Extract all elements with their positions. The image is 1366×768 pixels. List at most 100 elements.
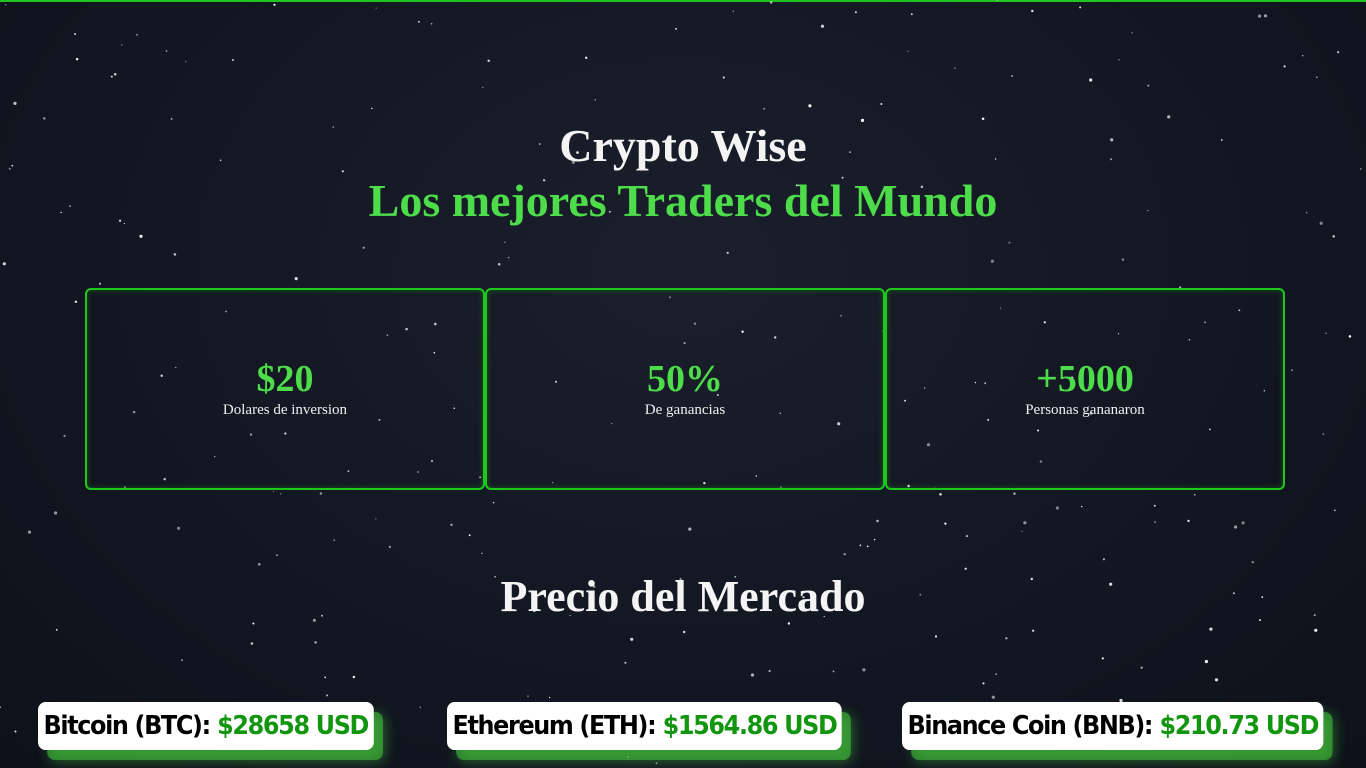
- star-dot: [996, 0, 998, 1]
- star-dot: [630, 637, 634, 641]
- star-dot: [1241, 521, 1245, 525]
- star-dot: [388, 545, 392, 549]
- star-dot: [326, 694, 329, 697]
- star-dot: [548, 696, 551, 699]
- star-dot: [944, 522, 947, 525]
- star-dot: [74, 300, 78, 304]
- coin-price: $210.73 USD: [1159, 711, 1319, 741]
- star-dot: [63, 434, 66, 438]
- star-dot: [1153, 504, 1156, 507]
- star-dot: [682, 630, 686, 634]
- star-dot: [1147, 84, 1150, 87]
- star-dot: [450, 523, 453, 526]
- star-dot: [257, 563, 261, 566]
- star-dot: [430, 22, 433, 25]
- star-dot: [934, 635, 938, 638]
- stat-card-winners: +5000 Personas gananaron: [885, 288, 1285, 490]
- stat-label: Dolares de inversion: [222, 402, 348, 418]
- star-dot: [136, 34, 138, 36]
- star-dot: [1154, 521, 1156, 523]
- page-subtitle: Los mejores Traders del Mundo: [368, 175, 998, 226]
- star-dot: [497, 263, 501, 266]
- star-dot: [768, 669, 771, 673]
- star-dot: [1079, 6, 1082, 9]
- star-dot: [1131, 31, 1133, 34]
- star-dot: [965, 535, 969, 538]
- star-dot: [722, 76, 725, 79]
- star-dot: [487, 59, 490, 63]
- star-dot: [0, 706, 1, 708]
- star-dot: [324, 676, 327, 679]
- coin-price: $28658 USD: [217, 711, 369, 741]
- star-dot: [54, 511, 58, 515]
- star-dot: [1118, 58, 1120, 61]
- star-dot: [1193, 493, 1196, 496]
- star-dot: [732, 10, 734, 12]
- star-dot: [594, 99, 596, 101]
- star-dot: [843, 552, 846, 556]
- star-dot: [14, 730, 17, 733]
- star-dot: [1332, 235, 1335, 238]
- coin-name: Ethereum (ETH):: [452, 711, 657, 741]
- star-dot: [1013, 492, 1016, 495]
- star-dot: [1348, 335, 1352, 338]
- star-dot: [481, 552, 483, 554]
- stat-label: De ganancias: [644, 402, 726, 418]
- star-dot: [55, 629, 58, 631]
- star-dot: [991, 695, 995, 699]
- star-dot: [832, 670, 835, 673]
- star-dot: [1251, 561, 1254, 564]
- star-dot: [866, 545, 869, 548]
- star-dot: [1032, 629, 1035, 632]
- star-dot: [990, 259, 995, 263]
- star-dot: [110, 75, 113, 78]
- star-dot: [907, 50, 909, 52]
- star-dot: [1187, 519, 1190, 523]
- star-dot: [1283, 65, 1286, 68]
- star-dot: [624, 661, 627, 664]
- star-dot: [370, 107, 373, 110]
- star-dot: [1234, 525, 1238, 529]
- star-dot: [862, 668, 866, 672]
- star-dot: [173, 253, 177, 256]
- star-dot: [995, 673, 997, 675]
- star-dot: [468, 534, 471, 537]
- stat-card-investment: $20 Dolares de inversion: [85, 288, 485, 490]
- star-dot: [272, 490, 275, 493]
- star-dot: [13, 101, 17, 105]
- star-dot: [1081, 505, 1083, 508]
- star-dot: [873, 538, 876, 541]
- star-dot: [1263, 14, 1268, 18]
- stat-value: 50%: [647, 358, 723, 400]
- star-dot: [859, 544, 862, 547]
- star-dot: [1214, 678, 1219, 682]
- star-dot: [185, 60, 187, 63]
- star-dot: [417, 20, 420, 23]
- star-dot: [333, 539, 336, 542]
- star-dot: [504, 241, 506, 243]
- star-dot: [419, 706, 421, 708]
- star-dot: [769, 1, 773, 4]
- star-dot: [492, 501, 495, 504]
- price-ticker-eth: Ethereum (ETH): $1564.86 USD: [447, 702, 843, 750]
- star-dot: [1290, 369, 1293, 372]
- star-dot: [1055, 506, 1059, 510]
- star-dot: [726, 251, 729, 255]
- coin-name: Binance Coin (BNB):: [907, 711, 1154, 741]
- star-dot: [352, 675, 356, 679]
- star-dot: [27, 530, 32, 534]
- price-ticker-btc: Bitcoin (BTC): $28658 USD: [38, 702, 374, 750]
- star-dot: [585, 56, 588, 59]
- star-dot: [180, 659, 184, 662]
- star-dot: [876, 519, 879, 523]
- star-dot: [121, 44, 123, 46]
- star-dot: [1140, 666, 1143, 669]
- star-dot: [1005, 637, 1008, 640]
- star-dot: [1102, 558, 1105, 561]
- star-dot: [231, 58, 234, 62]
- star-dot: [1258, 14, 1262, 18]
- star-dot: [880, 103, 883, 105]
- star-dot: [820, 24, 825, 28]
- star-dot: [1121, 258, 1125, 261]
- star-dot: [527, 695, 529, 697]
